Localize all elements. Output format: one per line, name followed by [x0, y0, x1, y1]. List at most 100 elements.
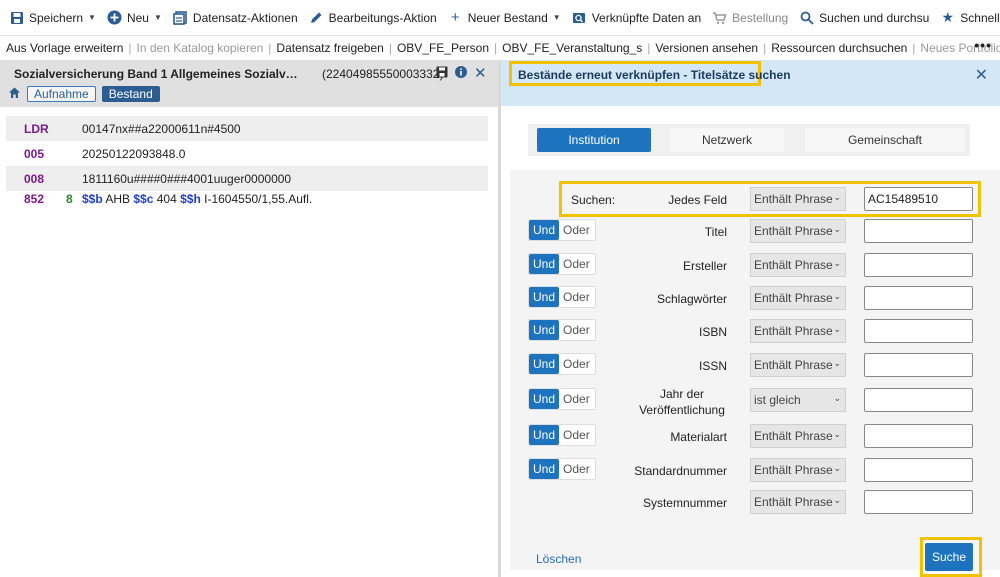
chevron-down-icon: ⌄	[833, 495, 841, 505]
and-toggle[interactable]: Und	[529, 220, 560, 240]
field-label: Systemnummer	[642, 496, 727, 510]
clear-link[interactable]: Löschen	[536, 552, 581, 566]
operator-select[interactable]: Enthält Phrase ⌄	[750, 286, 846, 310]
chevron-down-icon: ▼	[88, 13, 96, 22]
marc-field-852[interactable]: 852 8 $$b AHB $$c 404 $$h I-1604550/1,55…	[6, 191, 488, 206]
tab-netzwerk[interactable]: Netzwerk	[670, 128, 784, 152]
and-or-toggle[interactable]: Und Oder	[528, 424, 596, 446]
operator-select[interactable]: Enthält Phrase ⌄	[750, 458, 846, 482]
and-or-toggle[interactable]: Und Oder	[528, 388, 596, 410]
more-options-button[interactable]: •••	[974, 37, 992, 53]
and-or-toggle[interactable]: Und Oder	[528, 353, 596, 375]
separator: |	[388, 41, 392, 55]
save-icon	[9, 10, 24, 25]
obv-fe-person-link[interactable]: OBV_FE_Person	[397, 41, 489, 55]
search-input[interactable]: AC15489510	[864, 187, 973, 211]
expand-from-template-link[interactable]: Aus Vorlage erweitern	[6, 41, 123, 55]
record-actions-button[interactable]: Datensatz-Aktionen	[170, 0, 306, 36]
save-icon[interactable]	[436, 66, 448, 81]
marc-tag: LDR	[24, 121, 49, 136]
tab-institution[interactable]: Institution	[537, 128, 651, 152]
and-toggle[interactable]: Und	[529, 254, 560, 274]
field-input[interactable]	[864, 219, 973, 243]
pane-divider[interactable]	[498, 60, 501, 577]
and-or-toggle[interactable]: Und Oder	[528, 458, 596, 480]
and-or-toggle[interactable]: Und Oder	[528, 319, 596, 341]
order-button[interactable]: Bestellung	[709, 0, 796, 36]
operator-select[interactable]: Enthält Phrase ⌄	[750, 319, 846, 343]
quick-link-button[interactable]: ★ Schnell-Verk	[937, 0, 1000, 36]
operator-select[interactable]: Enthält Phrase ⌄	[750, 490, 846, 514]
or-toggle[interactable]: Oder	[559, 389, 595, 409]
separator: |	[647, 41, 651, 55]
records-icon	[173, 10, 188, 25]
view-versions-link[interactable]: Versionen ansehen	[655, 41, 758, 55]
chevron-down-icon: ⌄	[833, 358, 841, 368]
new-holding-menu[interactable]: + Neuer Bestand ▼	[445, 0, 569, 36]
and-toggle[interactable]: Und	[529, 320, 560, 340]
field-input[interactable]	[864, 319, 973, 343]
new-menu[interactable]: Neu ▼	[104, 0, 170, 36]
tab-bestand[interactable]: Bestand	[101, 86, 160, 102]
marc-field-ldr[interactable]: LDR 00147nx##a22000611n#4500	[6, 116, 488, 141]
edit-actions-button[interactable]: Bearbeitungs-Aktion	[306, 0, 445, 36]
linked-data-button[interactable]: Verknüpfte Daten an	[569, 0, 709, 36]
home-icon[interactable]	[8, 86, 21, 102]
marc-tag: 008	[24, 171, 45, 186]
close-icon[interactable]: ✕	[474, 66, 487, 81]
and-or-toggle[interactable]: Und Oder	[528, 253, 596, 275]
field-input[interactable]	[864, 253, 973, 277]
operator-select[interactable]: Enthält Phrase ⌄	[750, 424, 846, 448]
search-icon	[799, 10, 814, 25]
field-label: Materialart	[670, 430, 727, 444]
operator-select[interactable]: Enthält Phrase ⌄	[750, 187, 846, 211]
marc-value: $$b AHB $$c 404 $$h I-1604550/1,55.Aufl.	[82, 192, 312, 206]
marc-tag: 005	[24, 146, 45, 161]
operator-select[interactable]: ist gleich ⌄	[750, 388, 846, 412]
field-input[interactable]	[864, 458, 973, 482]
separator: |	[912, 41, 916, 55]
and-toggle[interactable]: Und	[529, 425, 560, 445]
field-label: Schlagwörter	[656, 292, 727, 306]
copy-to-catalog-link[interactable]: In den Katalog kopieren	[137, 41, 264, 55]
operator-select[interactable]: Enthält Phrase ⌄	[750, 253, 846, 277]
marc-field-005[interactable]: 005 20250122093848.0	[6, 141, 488, 166]
operator-select[interactable]: Enthält Phrase ⌄	[750, 353, 846, 377]
and-or-toggle[interactable]: Und Oder	[528, 286, 596, 308]
search-browse-button[interactable]: Suchen und durchsu	[796, 0, 937, 36]
tab-gemeinschaft[interactable]: Gemeinschaft	[805, 128, 965, 152]
search-button[interactable]: Suche	[925, 543, 973, 571]
marc-field-008[interactable]: 008 1811160u####0###4001uuger0000000	[6, 166, 488, 191]
chevron-down-icon: ⌄	[833, 463, 841, 473]
field-input[interactable]	[864, 388, 973, 412]
release-record-link[interactable]: Datensatz freigeben	[276, 41, 383, 55]
save-menu[interactable]: Speichern ▼	[6, 0, 104, 36]
field-input[interactable]	[864, 490, 973, 514]
operator-value: Enthält Phrase	[754, 429, 833, 443]
pencil-icon	[309, 10, 324, 25]
record-title: Sozialversicherung Band 1 Allgemeines So…	[14, 67, 304, 81]
info-icon[interactable]	[455, 66, 467, 81]
operator-value: Enthält Phrase	[754, 192, 833, 206]
field-input[interactable]	[864, 286, 973, 310]
tab-aufnahme[interactable]: Aufnahme	[27, 86, 96, 102]
subfield-code: $$b	[82, 191, 103, 206]
field-input[interactable]	[864, 424, 973, 448]
separator: |	[128, 41, 132, 55]
operator-value: Enthält Phrase	[754, 224, 833, 238]
and-toggle[interactable]: Und	[529, 459, 560, 479]
obv-fe-veranstaltung-link[interactable]: OBV_FE_Veranstaltung_s	[502, 41, 642, 55]
quick-link-label: Schnell-Verk	[960, 10, 1000, 25]
and-toggle[interactable]: Und	[529, 287, 560, 307]
field-label: Jahr der Veröffentlichung	[639, 387, 725, 417]
search-resources-link[interactable]: Ressourcen durchsuchen	[771, 41, 907, 55]
and-or-toggle[interactable]: Und Oder	[528, 219, 596, 241]
close-icon[interactable]: ✕	[975, 65, 988, 85]
operator-select[interactable]: Enthält Phrase ⌄	[750, 219, 846, 243]
record-actions-label: Datensatz-Aktionen	[192, 10, 298, 25]
and-toggle[interactable]: Und	[529, 354, 560, 374]
star-icon: ★	[941, 9, 955, 25]
record-id: (22404985550003332)	[322, 67, 444, 81]
and-toggle[interactable]: Und	[529, 389, 560, 409]
field-input[interactable]	[864, 353, 973, 377]
